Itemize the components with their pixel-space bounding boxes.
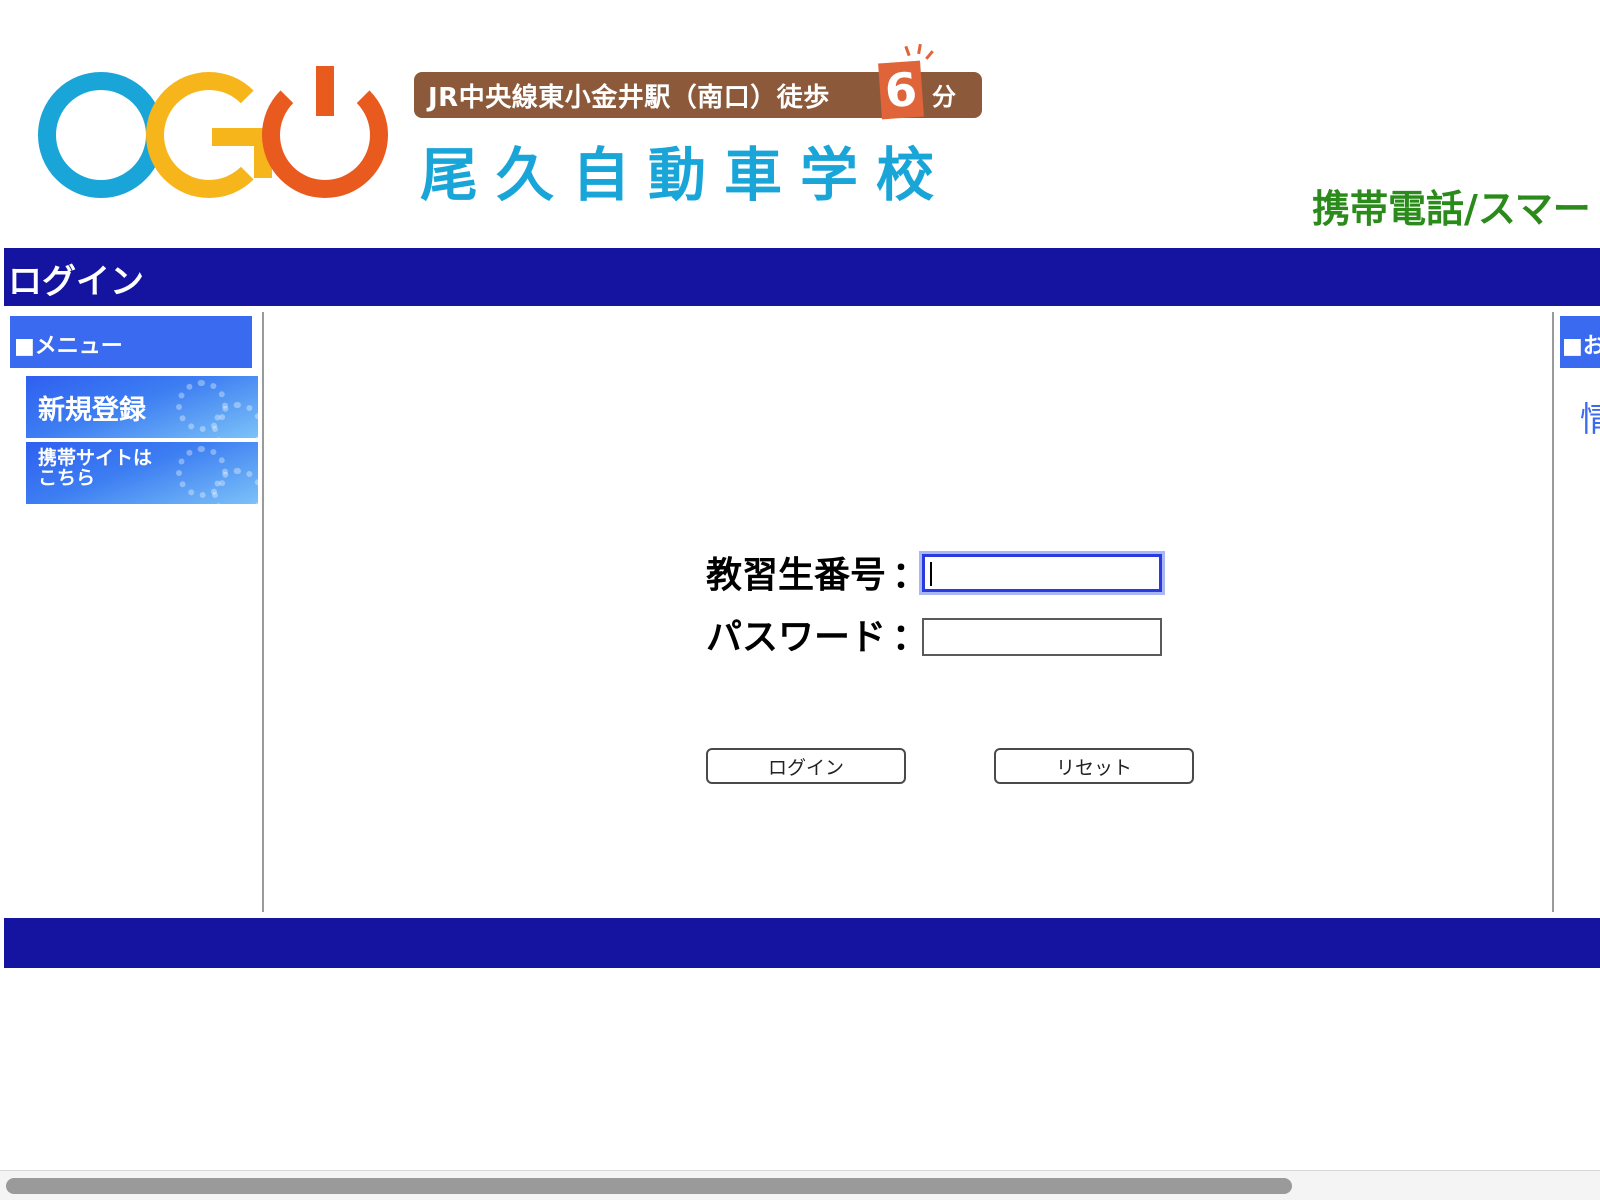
sidebar-item-register[interactable]: 新規登録 [26, 376, 258, 438]
password-label: パスワード [706, 616, 887, 658]
sidebar-item-mobile-site[interactable]: 携帯サイトは こちら [26, 442, 258, 504]
scrollbar-thumb[interactable] [6, 1178, 1292, 1194]
reset-button[interactable]: リセット [994, 748, 1194, 784]
logo-power-tick [316, 66, 334, 116]
page: JR中央線東小金井駅（南口）徒歩 6 分 尾久自動車学校 携帯電話/スマートフ … [0, 0, 1600, 1200]
column-divider [262, 312, 264, 912]
title-bar: ログイン [4, 248, 1600, 306]
text-cursor [930, 562, 932, 586]
sparkle-icon [925, 50, 934, 60]
mobile-site-banner[interactable]: 携帯電話/スマートフ [1312, 178, 1600, 233]
page-title: ログイン [8, 262, 144, 302]
right-column-heading: ■お [1560, 316, 1600, 368]
sparkle-icon [904, 45, 911, 57]
school-name: 尾久自動車学校 [420, 141, 953, 209]
sparkle-icon [917, 43, 922, 55]
login-button[interactable]: ログイン [706, 748, 906, 784]
sidebar-heading: ■メニュー [10, 316, 252, 368]
access-unit: 分 [932, 83, 956, 111]
access-minutes: 6 [878, 60, 924, 120]
student-number-label: 教習生番号 [706, 554, 887, 596]
sidebar-item-label: 新規登録 [38, 395, 146, 426]
student-number-input[interactable] [922, 554, 1162, 592]
info-link[interactable]: 情 [1580, 392, 1600, 441]
password-input[interactable] [922, 618, 1162, 656]
footer-bar [4, 918, 1600, 968]
column-divider [1552, 312, 1554, 912]
access-text: JR中央線東小金井駅（南口）徒歩 [428, 82, 830, 113]
